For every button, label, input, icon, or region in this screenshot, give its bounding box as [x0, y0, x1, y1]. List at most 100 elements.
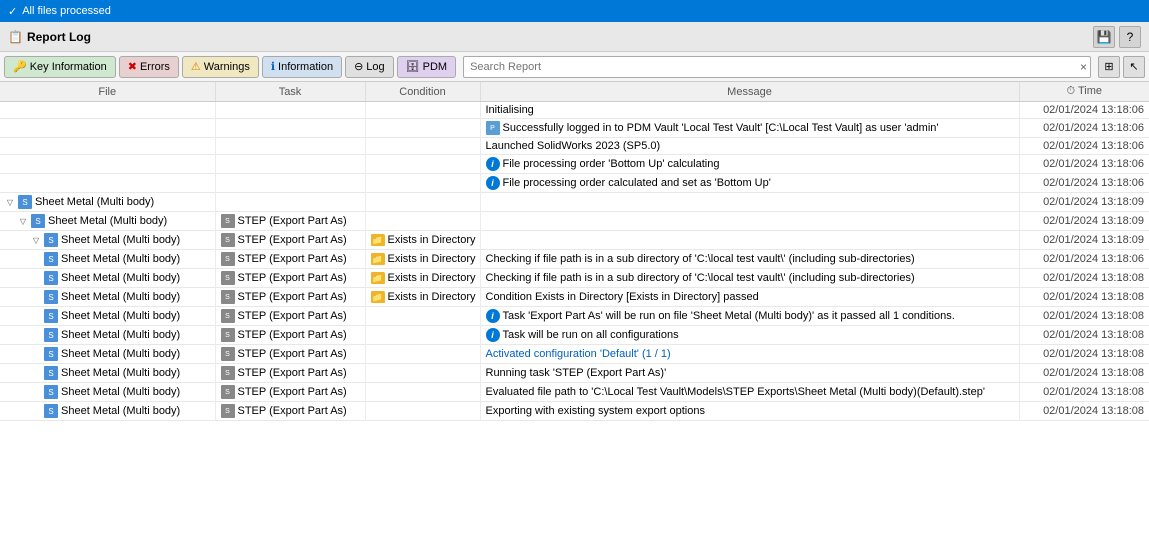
message-cell	[480, 193, 1019, 212]
errors-button[interactable]: ✖ Errors	[119, 56, 179, 78]
table-row: S Sheet Metal (Multi body) S STEP (Expor…	[0, 269, 1149, 288]
pdm-button[interactable]: 🗄 PDM	[397, 56, 456, 78]
folder-icon: 📁	[371, 291, 385, 303]
table-container[interactable]: File Task Condition Message ⏱ Time Initi…	[0, 82, 1149, 540]
header-actions: 💾 ?	[1093, 26, 1141, 48]
checkmark-icon: ✓	[8, 5, 17, 18]
file-cell: ▽ S Sheet Metal (Multi body)	[0, 212, 215, 231]
message-text: File processing order calculated and set…	[503, 177, 771, 189]
message-cell	[480, 231, 1019, 250]
message-cell: Exporting with existing system export op…	[480, 402, 1019, 421]
condition-cell	[365, 155, 480, 174]
file-label: Sheet Metal (Multi body)	[61, 253, 180, 265]
table-row: ▽ S Sheet Metal (Multi body) S STEP (Exp…	[0, 231, 1149, 250]
columns-button[interactable]: ⊞	[1098, 56, 1120, 78]
file-label: Sheet Metal (Multi body)	[61, 310, 180, 322]
time-cell: 02/01/2024 13:18:09	[1019, 212, 1149, 231]
step-icon: S	[221, 347, 235, 361]
message-text: Evaluated file path to 'C:\Local Test Va…	[486, 386, 985, 398]
help-button[interactable]: ?	[1119, 26, 1141, 48]
message-text: Exporting with existing system export op…	[486, 405, 706, 417]
table-row: i File processing order calculated and s…	[0, 174, 1149, 193]
info-icon: i	[486, 309, 500, 323]
time-value: 02/01/2024 13:18:06	[1043, 158, 1144, 170]
report-table: File Task Condition Message ⏱ Time Initi…	[0, 82, 1149, 421]
key-info-label: Key Information	[30, 61, 107, 73]
task-label: STEP (Export Part As)	[238, 329, 347, 341]
top-bar: ✓ All files processed	[0, 0, 1149, 22]
folder-icon: 📁	[371, 234, 385, 246]
task-label: STEP (Export Part As)	[238, 272, 347, 284]
top-bar-label: All files processed	[22, 5, 111, 17]
time-value: 02/01/2024 13:18:08	[1043, 348, 1144, 360]
time-cell: 02/01/2024 13:18:06	[1019, 102, 1149, 119]
time-value: 02/01/2024 13:18:08	[1043, 310, 1144, 322]
table-row: ▽ S Sheet Metal (Multi body) S STEP (Exp…	[0, 212, 1149, 231]
col-header-condition: Condition	[365, 82, 480, 102]
condition-cell	[365, 402, 480, 421]
file-cell	[0, 138, 215, 155]
expand-icon[interactable]: ▽	[18, 216, 28, 226]
information-button[interactable]: ℹ Information	[262, 56, 342, 78]
task-cell	[215, 119, 365, 138]
task-cell: S STEP (Export Part As)	[215, 269, 365, 288]
time-cell: 02/01/2024 13:18:06	[1019, 155, 1149, 174]
condition-cell	[365, 102, 480, 119]
message-text: Initialising	[486, 104, 534, 116]
expand-icon[interactable]: ▽	[5, 197, 15, 207]
time-value: 02/01/2024 13:18:06	[1043, 177, 1144, 189]
warnings-button[interactable]: ⚠ Warnings	[182, 56, 259, 78]
expand-icon[interactable]: ▽	[31, 235, 41, 245]
pdm-icon: 🗄	[406, 60, 420, 73]
search-input[interactable]	[463, 56, 1091, 78]
time-value: 02/01/2024 13:18:08	[1043, 329, 1144, 341]
toolbar: 🔑 Key Information ✖ Errors ⚠ Warnings ℹ …	[0, 52, 1149, 82]
log-button[interactable]: ⊖ Log	[345, 56, 394, 78]
task-cell: S STEP (Export Part As)	[215, 307, 365, 326]
step-icon: S	[221, 309, 235, 323]
table-row: ▽ S Sheet Metal (Multi body) 02/01/2024 …	[0, 193, 1149, 212]
task-label: STEP (Export Part As)	[238, 215, 347, 227]
condition-cell	[365, 345, 480, 364]
table-row: Initialising 02/01/2024 13:18:06	[0, 102, 1149, 119]
task-cell	[215, 155, 365, 174]
message-cell: Launched SolidWorks 2023 (SP5.0)	[480, 138, 1019, 155]
message-text: Running task 'STEP (Export Part As)'	[486, 367, 667, 379]
warnings-label: Warnings	[204, 61, 250, 73]
file-label: Sheet Metal (Multi body)	[61, 329, 180, 341]
message-cell: Running task 'STEP (Export Part As)'	[480, 364, 1019, 383]
message-text: File processing order 'Bottom Up' calcul…	[503, 158, 720, 170]
col-header-file: File	[0, 82, 215, 102]
message-cell: Initialising	[480, 102, 1019, 119]
task-cell: S STEP (Export Part As)	[215, 250, 365, 269]
save-button[interactable]: 💾	[1093, 26, 1115, 48]
file-cell: S Sheet Metal (Multi body)	[0, 345, 215, 364]
time-cell: 02/01/2024 13:18:09	[1019, 231, 1149, 250]
task-cell	[215, 138, 365, 155]
sheet-metal-icon: S	[44, 252, 58, 266]
info-icon: i	[486, 328, 500, 342]
key-info-button[interactable]: 🔑 Key Information	[4, 56, 116, 78]
file-label: Sheet Metal (Multi body)	[61, 405, 180, 417]
report-log-title: Report Log	[27, 30, 91, 44]
time-value: 02/01/2024 13:18:08	[1043, 367, 1144, 379]
cursor-icon: ↖	[1123, 56, 1145, 78]
sheet-metal-icon: S	[44, 233, 58, 247]
info-icon: i	[486, 176, 500, 190]
task-label: STEP (Export Part As)	[238, 310, 347, 322]
file-cell: ▽ S Sheet Metal (Multi body)	[0, 193, 215, 212]
time-cell: 02/01/2024 13:18:09	[1019, 193, 1149, 212]
search-clear-icon[interactable]: ×	[1080, 60, 1087, 74]
step-icon: S	[221, 252, 235, 266]
time-cell: 02/01/2024 13:18:08	[1019, 269, 1149, 288]
condition-cell: 📁 Exists in Directory	[365, 231, 480, 250]
task-label: STEP (Export Part As)	[238, 234, 347, 246]
task-label: STEP (Export Part As)	[238, 253, 347, 265]
time-value: 02/01/2024 13:18:08	[1043, 272, 1144, 284]
log-label: Log	[366, 61, 384, 73]
table-row: S Sheet Metal (Multi body) S STEP (Expor…	[0, 326, 1149, 345]
file-cell: ▽ S Sheet Metal (Multi body)	[0, 231, 215, 250]
sheet-metal-icon: S	[44, 309, 58, 323]
condition-cell: 📁 Exists in Directory	[365, 288, 480, 307]
task-cell: S STEP (Export Part As)	[215, 402, 365, 421]
